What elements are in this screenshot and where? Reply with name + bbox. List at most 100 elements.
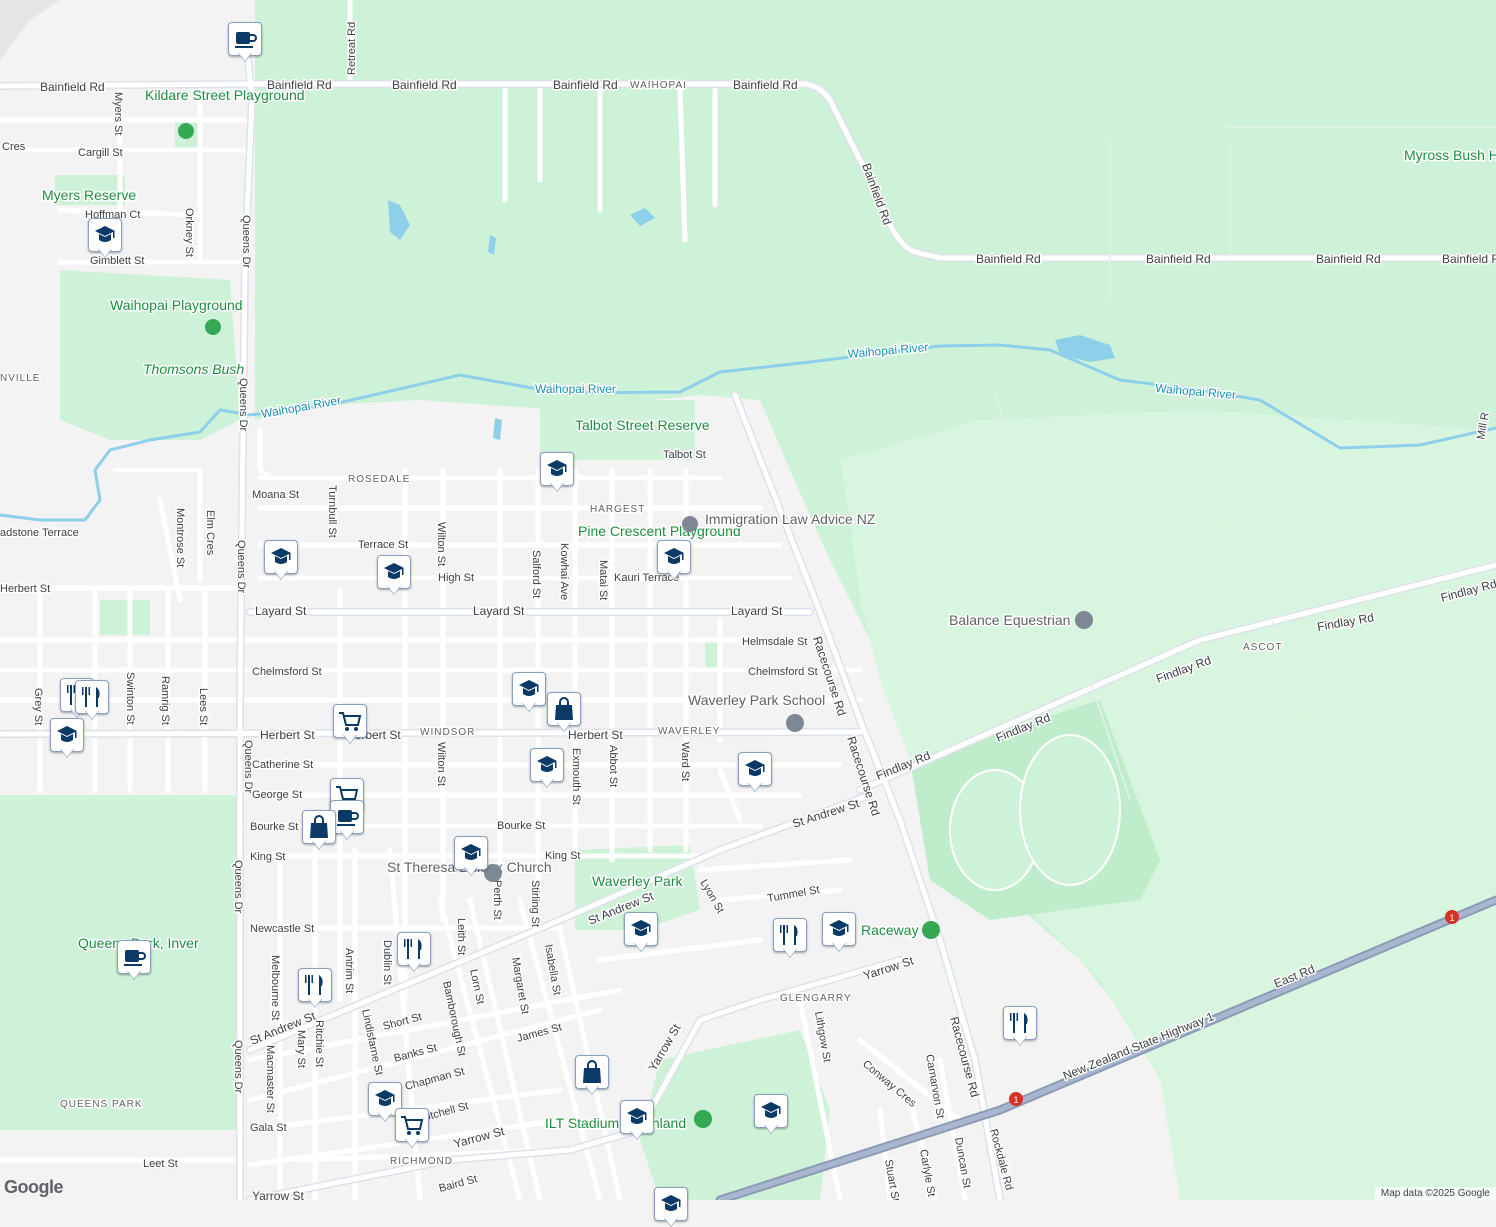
label-leet-st: Leet St <box>143 1158 178 1170</box>
map-marker[interactable] <box>454 836 488 876</box>
map-canvas[interactable]: Bainfield Rd Bainfield Rd Bainfield Rd B… <box>0 0 1496 1200</box>
school-icon <box>530 748 564 782</box>
map-marker[interactable] <box>264 540 298 580</box>
school-pin-icon <box>786 714 804 732</box>
map-marker[interactable] <box>50 718 84 758</box>
label-turnbull-st: Turnbull St <box>326 485 338 538</box>
marker-pointer <box>464 866 478 875</box>
label-kowhai-ave: Kowhai Ave <box>558 543 570 600</box>
map-marker[interactable] <box>547 692 581 732</box>
map-marker[interactable] <box>754 1094 788 1134</box>
label-queens-dr-2: Queens Dr <box>237 378 249 432</box>
label-mary-st: Mary St <box>295 1030 307 1068</box>
map-marker[interactable] <box>512 672 546 712</box>
marker-pointer <box>343 734 357 743</box>
sh1-shield-label: 1 <box>1449 913 1454 923</box>
label-richmond: RICHMOND <box>390 1156 453 1167</box>
school-icon <box>624 912 658 946</box>
label-salford-st: Salford St <box>530 550 542 598</box>
restaurant-icon <box>773 918 807 952</box>
map-attribution[interactable]: Map data ©2025 Google <box>1374 1187 1496 1200</box>
label-bainfield-rd-9: Bainfield Rd <box>1442 252 1496 266</box>
school-icon <box>264 540 298 574</box>
map-marker[interactable] <box>298 968 332 1008</box>
label-terrace-st: Terrace St <box>358 539 408 551</box>
marker-pointer <box>630 1130 644 1139</box>
school-icon <box>822 912 856 946</box>
label-bainfield-rd-3: Bainfield Rd <box>392 78 457 92</box>
label-bainfield-rd-4: Bainfield Rd <box>553 78 618 92</box>
marker-pointer <box>748 782 762 791</box>
label-waihopai-playground: Waihopai Playground <box>110 297 243 313</box>
map-marker[interactable] <box>397 932 431 972</box>
map-marker[interactable] <box>657 540 691 580</box>
map-marker[interactable] <box>620 1100 654 1140</box>
label-windsor: WINDSOR <box>420 727 475 738</box>
label-wilton-st-2: Wilton St <box>435 742 447 786</box>
marker-pointer <box>1013 1036 1027 1045</box>
label-talbot-reserve: Talbot Street Reserve <box>575 417 710 433</box>
label-bainfield-rd-8: Bainfield Rd <box>1316 252 1381 266</box>
label-helmsdale-st: Helmsdale St <box>742 636 807 648</box>
map-marker[interactable] <box>1003 1006 1037 1046</box>
school-icon <box>377 555 411 589</box>
label-moana-st: Moana St <box>252 489 299 501</box>
label-waverley: WAVERLEY <box>658 726 720 737</box>
map-marker[interactable] <box>117 940 151 980</box>
restaurant-icon <box>298 968 332 1002</box>
map-marker[interactable] <box>540 452 574 492</box>
label-cargill-st: Cargill St <box>78 147 123 159</box>
marker-pointer <box>274 570 288 579</box>
map-marker[interactable] <box>822 912 856 952</box>
map-marker[interactable] <box>302 810 336 850</box>
label-thomsons-bush: Thomsons Bush <box>143 361 244 377</box>
label-queens-dr-1: Queens Dr <box>240 215 252 269</box>
label-elm-cres: Elm Cres <box>204 510 216 556</box>
marker-pointer <box>634 942 648 951</box>
map-marker[interactable] <box>575 1055 609 1095</box>
label-leith-st: Leith St <box>455 918 467 955</box>
museum-icon <box>682 516 698 532</box>
label-queens-dr-6: Queens Dr <box>232 1040 244 1094</box>
grocery-icon <box>333 704 367 738</box>
map-marker[interactable] <box>228 22 262 62</box>
marker-pointer <box>308 998 322 1007</box>
label-bourke-st-1: Bourke St <box>250 821 298 833</box>
shopping-bag-icon <box>547 692 581 726</box>
label-bainfield-rd-1: Bainfield Rd <box>40 80 105 94</box>
map-marker[interactable] <box>333 704 367 744</box>
coffee-icon <box>117 940 151 974</box>
map-marker[interactable] <box>88 218 122 258</box>
label-layard-st-3: Layard St <box>731 604 783 618</box>
sh1-shield-label: 1 <box>1013 1095 1018 1105</box>
school-icon <box>657 540 691 574</box>
google-logo: Google <box>4 1177 64 1197</box>
raceway-icon <box>922 921 940 939</box>
map-marker[interactable] <box>530 748 564 788</box>
map-marker[interactable] <box>395 1108 429 1148</box>
marker-pointer <box>667 570 681 579</box>
label-bourke-st-2: Bourke St <box>497 820 545 832</box>
label-waverley-park-school: Waverley Park School <box>688 692 825 708</box>
label-herbert-st-w: Herbert St <box>0 583 50 595</box>
label-kildare-playground: Kildare Street Playground <box>145 87 305 103</box>
map-marker[interactable] <box>624 912 658 952</box>
label-talbot-st: Talbot St <box>663 449 706 461</box>
label-gala-st: Gala St <box>250 1122 287 1134</box>
marker-pointer <box>522 702 536 711</box>
label-ramrig-st: Ramrig St <box>159 676 171 725</box>
marker-pointer <box>557 722 571 731</box>
label-layard-st-2: Layard St <box>473 604 525 618</box>
marker-pointer <box>764 1124 778 1133</box>
label-nville: NVILLE <box>0 373 40 384</box>
map-marker[interactable] <box>654 1187 688 1227</box>
label-hargest: HARGEST <box>590 504 645 515</box>
map-marker[interactable] <box>377 555 411 595</box>
map-marker[interactable] <box>773 918 807 958</box>
label-bainfield-rd-5: Bainfield Rd <box>733 78 798 92</box>
label-layard-st-1: Layard St <box>255 604 307 618</box>
label-bainfield-rd-7: Bainfield Rd <box>1146 252 1211 266</box>
map-marker[interactable] <box>738 752 772 792</box>
map-marker[interactable] <box>75 680 109 720</box>
label-abbot-st: Abbot St <box>607 745 619 787</box>
